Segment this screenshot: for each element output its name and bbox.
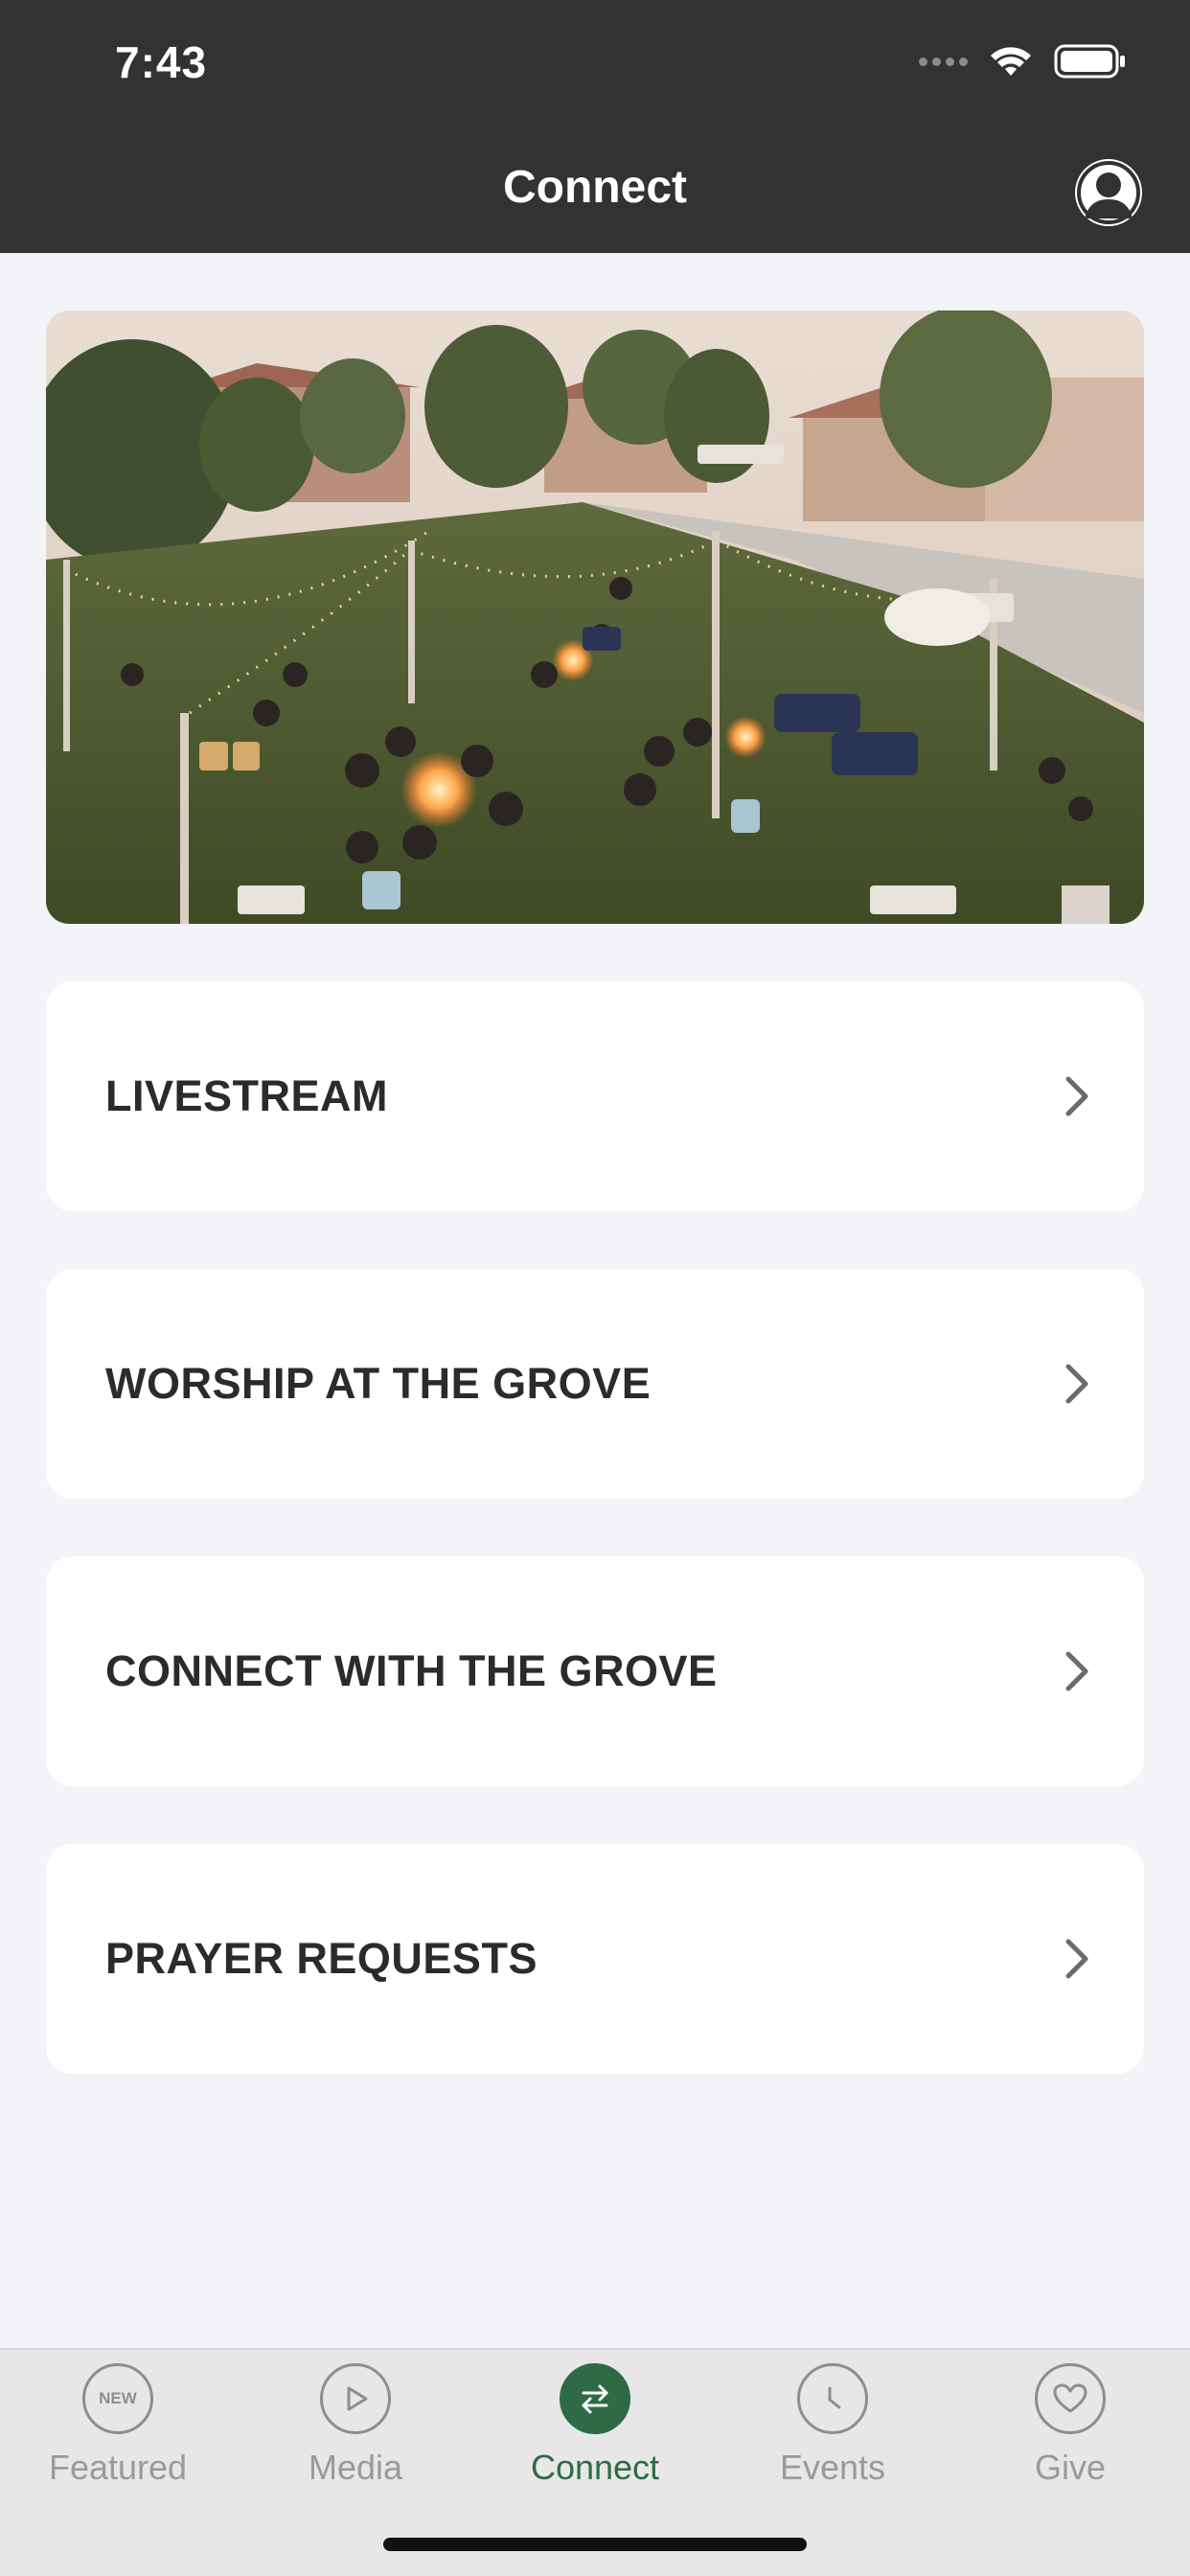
wifi-icon bbox=[991, 47, 1031, 76]
home-indicator[interactable] bbox=[383, 2538, 807, 2551]
menu-item-label: CONNECT WITH THE GROVE bbox=[105, 1646, 718, 1695]
chevron-right-icon bbox=[1065, 1939, 1088, 1979]
new-badge-icon: NEW bbox=[82, 2363, 153, 2434]
page-title: Connect bbox=[503, 162, 687, 213]
cellular-signal-icon bbox=[919, 57, 968, 66]
menu-item-prayer-requests[interactable]: PRAYER REQUESTS bbox=[46, 1844, 1144, 2074]
tab-connect[interactable]: Connect bbox=[490, 2363, 700, 2488]
app-header: 7:43 Connect bbox=[0, 0, 1190, 253]
chevron-right-icon bbox=[1065, 1076, 1088, 1116]
outdoor-gathering-photo bbox=[46, 310, 1144, 924]
tab-label: Featured bbox=[48, 2448, 188, 2487]
transfer-arrows-icon bbox=[560, 2363, 630, 2434]
tab-media[interactable]: Media bbox=[250, 2363, 461, 2488]
play-icon bbox=[320, 2363, 391, 2434]
hero-image bbox=[46, 310, 1144, 924]
chevron-right-icon bbox=[1065, 1364, 1088, 1404]
tab-featured[interactable]: NEW Featured bbox=[12, 2363, 223, 2488]
menu-item-label: PRAYER REQUESTS bbox=[105, 1934, 538, 1983]
status-time: 7:43 bbox=[115, 37, 208, 87]
battery-icon bbox=[1054, 44, 1125, 79]
new-badge-text: NEW bbox=[99, 2389, 137, 2407]
tab-label: Connect bbox=[530, 2448, 660, 2487]
clock-icon bbox=[797, 2363, 868, 2434]
tab-events[interactable]: Events bbox=[727, 2363, 938, 2488]
menu-item-worship[interactable]: WORSHIP AT THE GROVE bbox=[46, 1269, 1144, 1499]
menu-item-label: LIVESTREAM bbox=[105, 1071, 389, 1120]
menu-item-label: WORSHIP AT THE GROVE bbox=[105, 1359, 652, 1408]
heart-icon bbox=[1035, 2363, 1106, 2434]
user-icon bbox=[1077, 161, 1140, 224]
tab-label: Media bbox=[308, 2448, 403, 2487]
profile-button[interactable] bbox=[1075, 159, 1142, 226]
menu-item-livestream[interactable]: LIVESTREAM bbox=[46, 981, 1144, 1211]
menu-item-connect[interactable]: CONNECT WITH THE GROVE bbox=[46, 1556, 1144, 1786]
tab-label: Events bbox=[779, 2448, 886, 2487]
chevron-right-icon bbox=[1065, 1651, 1088, 1691]
tab-give[interactable]: Give bbox=[965, 2363, 1176, 2488]
tab-label: Give bbox=[1034, 2448, 1107, 2487]
status-icons bbox=[919, 42, 1127, 80]
